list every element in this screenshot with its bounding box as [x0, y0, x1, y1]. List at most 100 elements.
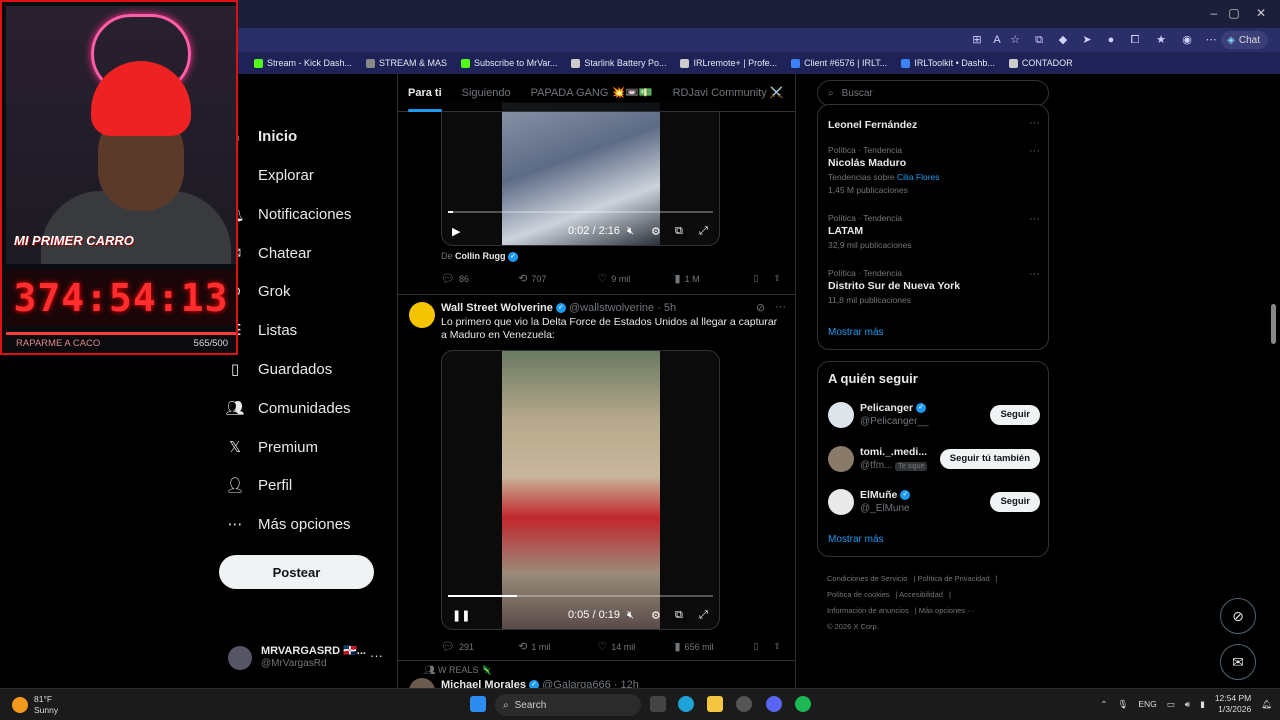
follow-button[interactable]: Seguir — [990, 492, 1040, 512]
battery-icon[interactable]: ▮ — [1200, 699, 1205, 710]
pause-icon[interactable]: ❚❚ — [452, 609, 470, 622]
like-button[interactable]: ♡ 14 mil — [597, 640, 674, 653]
tab-4[interactable]: RDJavi Community ⚔️ — [663, 74, 794, 112]
taskbar-search[interactable]: ⌕ Search — [495, 694, 641, 716]
more-dots-icon[interactable]: ··· — [1029, 117, 1040, 129]
grok-float-button[interactable]: ⊘ — [1220, 598, 1256, 634]
notification-icon[interactable]: 🔔︎ — [1261, 699, 1272, 710]
extension-red-icon[interactable]: ● — [1104, 33, 1118, 47]
scrollbar[interactable] — [1271, 304, 1276, 344]
mute-icon[interactable]: 🔇︎ — [627, 609, 634, 622]
bookmark-item[interactable]: CONTADOR — [1008, 58, 1073, 68]
video-progress-bar[interactable] — [448, 595, 713, 597]
extension-diamond-icon[interactable]: ◆ — [1056, 33, 1070, 47]
messages-float-button[interactable]: ✉ — [1220, 644, 1256, 680]
nav-item-m-s-opciones[interactable]: ⋯ Más opciones — [226, 515, 351, 534]
avatar[interactable] — [409, 302, 435, 328]
nav-item-guardados[interactable]: ▯ Guardados — [226, 360, 332, 379]
read-aloud-icon[interactable]: A — [990, 33, 1004, 47]
spotify-icon[interactable] — [795, 696, 811, 712]
trend-link[interactable]: Cilia Flores — [897, 172, 940, 182]
pip-icon[interactable]: ⧉ — [675, 225, 683, 238]
footer-link[interactable]: Accesibilidad — [899, 590, 943, 599]
trend-item[interactable]: Leonel Fernández ··· — [828, 117, 1040, 131]
more-dots-icon[interactable]: ··· — [775, 301, 786, 313]
account-switcher[interactable]: MRVARGASRD 🇩🇴... @MrVargasRd ··· — [228, 644, 388, 674]
bookmark-icon[interactable]: ▯ — [754, 272, 774, 285]
grok-icon[interactable]: ⊘ — [756, 301, 765, 314]
extension-icon[interactable]: ⧉ — [1032, 33, 1046, 47]
favorite-star-icon[interactable]: ☆ — [1008, 33, 1022, 47]
fullscreen-icon[interactable]: ⤢ — [699, 225, 708, 238]
settings-icon[interactable]: ⚙ — [651, 609, 661, 622]
post-button[interactable]: Postear — [219, 555, 374, 589]
trend-item[interactable]: Política · Tendencia LATAM 32,9 mil publ… — [828, 213, 1040, 250]
nav-item-perfil[interactable]: 👤︎ Perfil — [225, 476, 292, 495]
bookmark-item[interactable]: Stream - Kick Dash... — [254, 58, 352, 68]
close-window-button[interactable]: ✕ — [1245, 6, 1277, 20]
post-author[interactable]: Wall Street Wolverine ✓ @wallstwolverine… — [441, 302, 676, 314]
nav-item-explorar[interactable]: ⌕Explorar — [226, 166, 314, 184]
volume-icon[interactable]: 🔊︎ — [1185, 699, 1190, 710]
mute-icon[interactable]: 🔇︎ — [627, 225, 634, 238]
repost-button[interactable]: ⟲ 1 mil — [518, 640, 597, 653]
pip-icon[interactable]: ⧉ — [675, 609, 683, 622]
show-more-link[interactable]: Mostrar más — [828, 534, 884, 545]
bookmark-icon[interactable]: ▯ — [754, 640, 774, 653]
clock[interactable]: 12:54 PM 1/3/2026 — [1215, 693, 1251, 715]
profile-avatar-icon[interactable]: ◉ — [1180, 33, 1194, 47]
views-button[interactable]: ▮ 656 mil — [675, 640, 754, 653]
extension-arrow-icon[interactable]: ➤ — [1080, 33, 1094, 47]
tab-1[interactable]: Para ti — [398, 74, 452, 112]
bookmark-item[interactable]: IRLToolkit • Dashb... — [901, 58, 995, 68]
copilot-chat-button[interactable]: ◈ Chat — [1221, 31, 1268, 49]
source-name[interactable]: Collin Rugg — [455, 251, 506, 261]
microphone-icon[interactable]: 🎙︎ — [1118, 699, 1129, 710]
weather-widget[interactable]: 81°F Sunny — [12, 694, 58, 716]
tab-5[interactable]: M — [793, 74, 795, 112]
footer-link[interactable]: Más opciones ··· — [919, 606, 975, 615]
avatar[interactable] — [409, 678, 435, 688]
repost-button[interactable]: ⟲ 707 — [518, 272, 597, 285]
more-dots-icon[interactable]: ··· — [370, 648, 383, 663]
bookmark-item[interactable]: Starlink Battery Po... — [571, 58, 666, 68]
follow-button[interactable]: Seguir — [990, 405, 1040, 425]
nav-item-premium[interactable]: 𝕏 Premium — [226, 438, 318, 457]
more-dots-icon[interactable]: ··· — [1029, 213, 1040, 225]
follow-suggestion[interactable]: ElMuñe ✓ @_ElMune Seguir — [828, 489, 1040, 519]
tab-3[interactable]: PAPADA GANG 💥📼💵 — [521, 74, 663, 112]
post-author[interactable]: Michael Morales ✓ @Galarga666 · 12h — [441, 679, 639, 688]
extensions-puzzle-icon[interactable]: ⧠ — [1128, 33, 1142, 47]
video-player[interactable]: ❚❚ 0:05 / 0:19 🔇︎ ⚙ ⧉ ⤢ — [441, 350, 720, 630]
footer-link[interactable]: Información de anuncios — [827, 606, 909, 615]
edge-icon[interactable] — [678, 696, 694, 712]
network-icon[interactable]: ▭ — [1167, 699, 1175, 710]
more-dots-icon[interactable]: ··· — [1029, 268, 1040, 280]
grid-icon[interactable]: ⊞ — [970, 33, 984, 47]
bookmark-item[interactable]: Subscribe to MrVar... — [461, 58, 557, 68]
reply-button[interactable]: 💬︎ 86 — [441, 272, 518, 285]
bookmark-item[interactable]: STREAM & MAS — [366, 58, 447, 68]
nav-item-notificaciones[interactable]: 🔔︎Notificaciones — [225, 205, 351, 224]
tab-2[interactable]: Siguiendo — [452, 74, 521, 112]
bookmark-item[interactable]: Client #6576 | IRLT... — [791, 58, 887, 68]
task-view-icon[interactable] — [650, 696, 666, 712]
chevron-up-icon[interactable]: ⌃ — [1100, 699, 1107, 710]
file-explorer-icon[interactable] — [707, 696, 723, 712]
show-more-link[interactable]: Mostrar más — [828, 327, 884, 338]
follow-suggestion[interactable]: Pelicanger ✓ @Pelicanger__ Seguir — [828, 402, 1040, 432]
browser-menu-icon[interactable]: ⋯ — [1204, 33, 1218, 47]
footer-link[interactable]: Política de Privacidad — [918, 574, 990, 583]
search-input[interactable]: ⌕ Buscar — [817, 80, 1049, 106]
nav-item-comunidades[interactable]: 👥︎ Comunidades — [225, 399, 350, 418]
discord-icon[interactable] — [766, 696, 782, 712]
nav-item-chatear[interactable]: ✉Chatear — [226, 244, 312, 263]
bookmark-item[interactable]: IRLremote+ | Profe... — [680, 58, 777, 68]
share-icon[interactable]: ⇪ — [773, 640, 781, 653]
share-icon[interactable]: ⇪ — [773, 272, 781, 285]
video-progress-bar[interactable] — [448, 211, 713, 213]
footer-link[interactable]: Política de cookies — [827, 590, 890, 599]
language-indicator[interactable]: ENG — [1138, 699, 1156, 709]
views-button[interactable]: ▮ 1 M — [675, 272, 754, 285]
trend-item[interactable]: Política · Tendencia Nicolás Maduro Tend… — [828, 145, 1040, 195]
